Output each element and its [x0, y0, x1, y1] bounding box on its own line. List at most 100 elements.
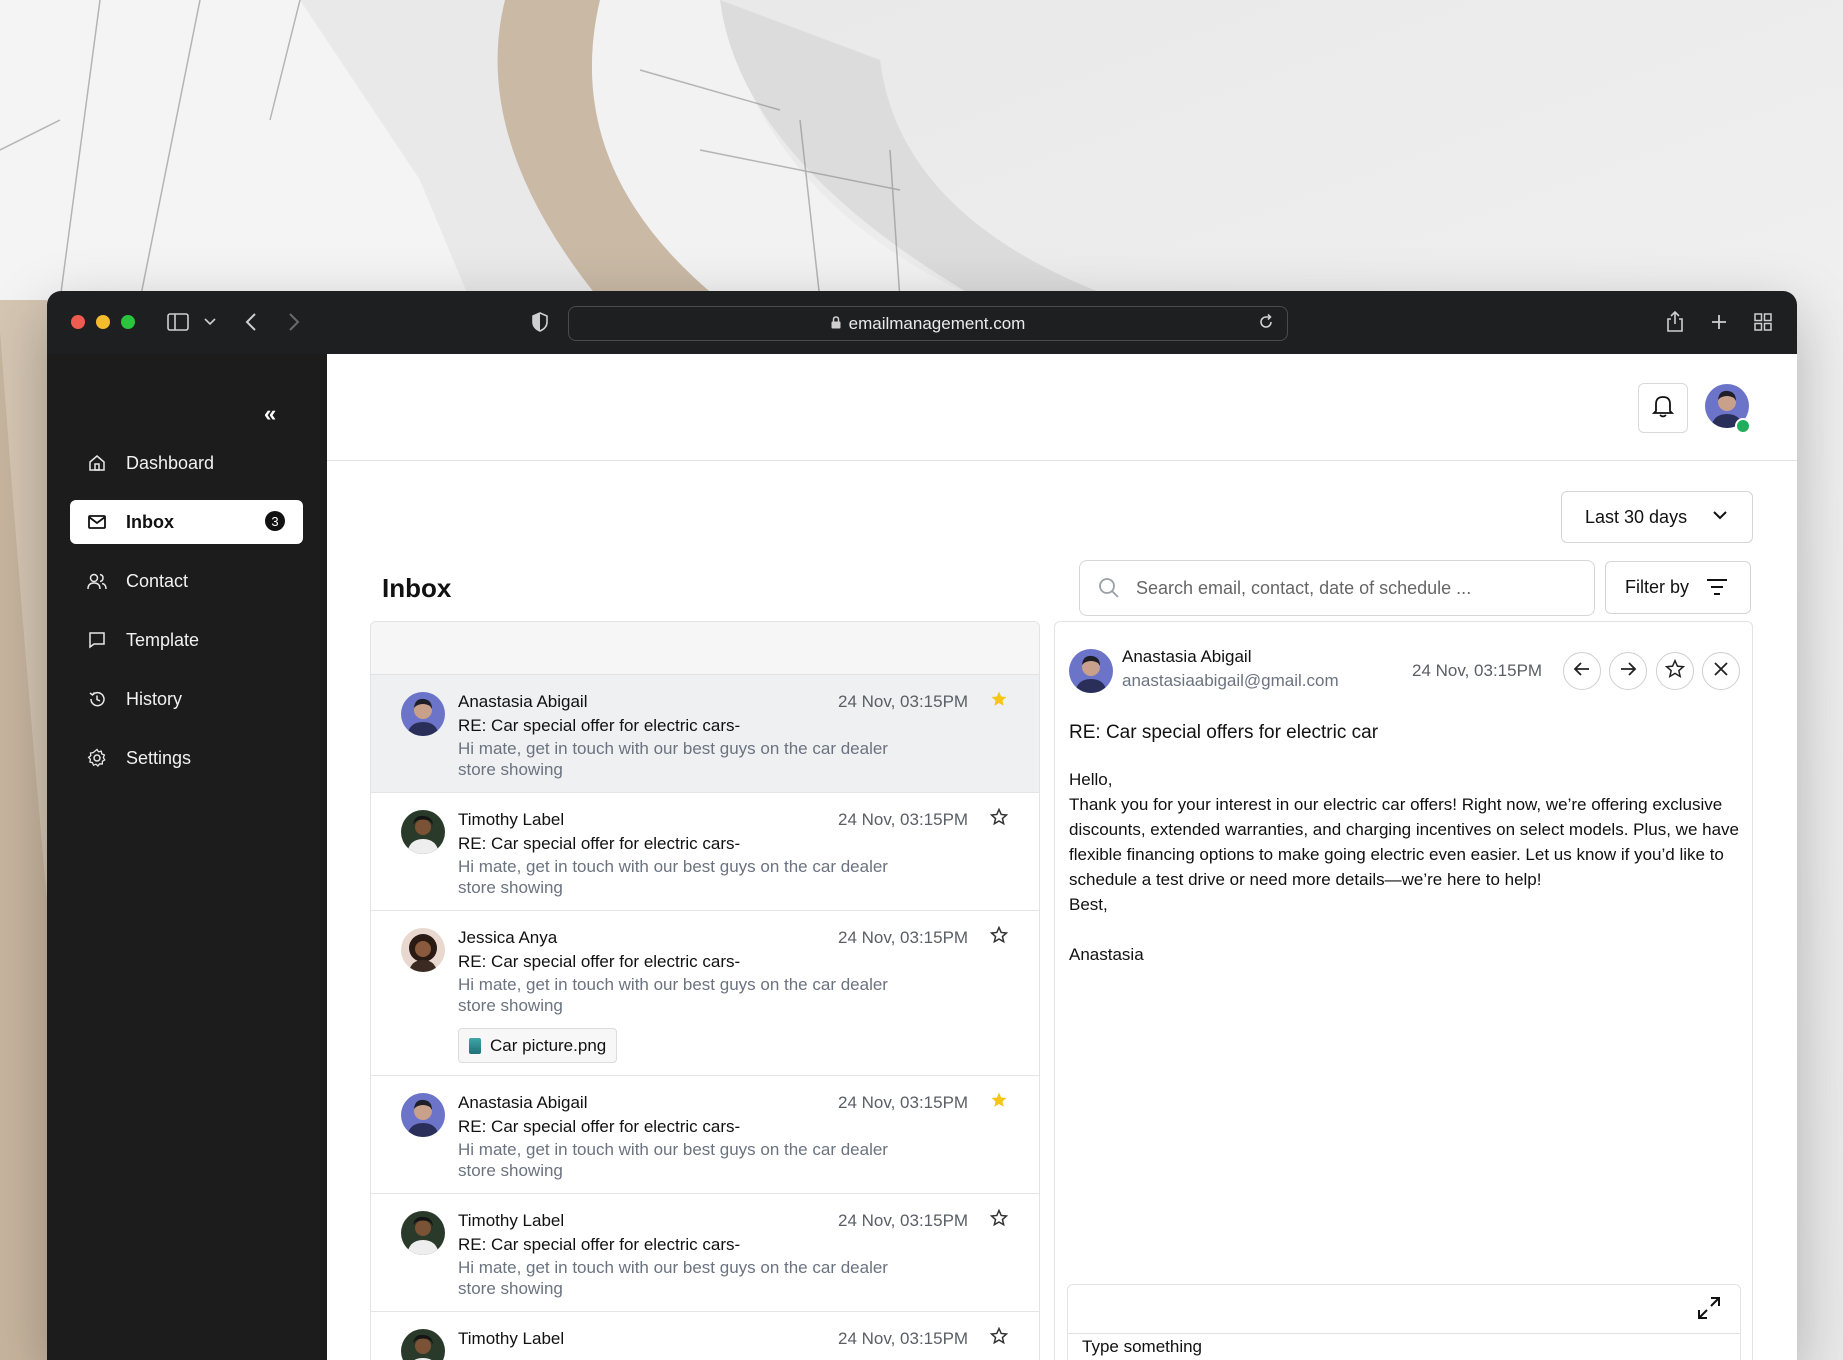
search-box[interactable]	[1079, 560, 1595, 616]
email-date: 24 Nov, 03:15PM	[838, 692, 969, 711]
address-bar[interactable]: emailmanagement.com	[568, 306, 1288, 341]
email-signature: Anastasia	[1069, 945, 1144, 964]
lock-icon	[831, 314, 841, 334]
filter-icon	[1706, 578, 1728, 601]
shield-icon[interactable]	[527, 309, 553, 335]
minimize-window-button[interactable]	[96, 315, 110, 329]
reply-composer[interactable]: Type something	[1067, 1284, 1741, 1360]
email-subject: RE: Car special offer for electric cars-	[458, 716, 741, 735]
new-tab-icon[interactable]	[1706, 309, 1732, 335]
share-icon[interactable]	[1662, 309, 1688, 335]
email-list: Anastasia Abigail 24 Nov, 03:15PM RE: Ca…	[370, 621, 1040, 1360]
sidebar-item-inbox[interactable]: Inbox 3	[70, 500, 303, 544]
date-range-label: Last 30 days	[1585, 506, 1688, 527]
reload-icon[interactable]	[1257, 313, 1275, 336]
email-date: 24 Nov, 03:15PM	[838, 928, 969, 947]
star-filled-icon[interactable]	[990, 1091, 1008, 1114]
back-icon[interactable]	[238, 309, 264, 335]
sidebar: « Dashboard Inbox 3 Contact Template His…	[47, 354, 327, 1360]
star-filled-icon[interactable]	[990, 690, 1008, 713]
email-greeting: Hello,	[1069, 770, 1113, 789]
star-outline-icon[interactable]	[989, 925, 1009, 949]
email-row[interactable]: Jessica Anya 24 Nov, 03:15PM RE: Car spe…	[371, 911, 1039, 1076]
sidebar-item-label: Template	[126, 629, 200, 650]
email-date: 24 Nov, 03:15PM	[838, 1093, 969, 1112]
email-body: Hello, Thank you for your interest in ou…	[1069, 767, 1749, 967]
star-outline-icon[interactable]	[989, 1326, 1009, 1350]
close-icon	[1714, 661, 1728, 681]
tab-overview-icon[interactable]	[1750, 309, 1776, 335]
star-outline-icon	[1664, 658, 1686, 684]
filter-label: Filter by	[1625, 577, 1690, 597]
email-preview: Hi mate, get in touch with our best guys…	[458, 975, 888, 1015]
reader-subject: RE: Car special offers for electric car	[1069, 722, 1379, 743]
close-window-button[interactable]	[71, 315, 85, 329]
sender-avatar	[1069, 649, 1113, 693]
browser-titlebar: emailmanagement.com	[47, 291, 1797, 354]
email-preview: Hi mate, get in touch with our best guys…	[458, 1140, 888, 1180]
sidebar-toggle-icon[interactable]	[165, 309, 191, 335]
chevron-down-icon[interactable]	[197, 309, 223, 335]
unread-count-badge: 3	[265, 511, 285, 531]
email-subject: RE: Car special offer for electric cars-	[458, 1235, 741, 1254]
search-input[interactable]	[1134, 576, 1558, 600]
email-row[interactable]: Anastasia Abigail 24 Nov, 03:15PM RE: Ca…	[371, 1076, 1039, 1194]
filter-button[interactable]: Filter by	[1605, 561, 1751, 614]
forward-icon[interactable]	[281, 309, 307, 335]
sidebar-item-dashboard[interactable]: Dashboard	[70, 441, 303, 485]
expand-icon[interactable]	[1696, 1295, 1722, 1326]
email-date: 24 Nov, 03:15PM	[838, 810, 969, 829]
reply-input[interactable]: Type something	[1082, 1337, 1202, 1357]
page-title: Inbox	[382, 573, 452, 603]
arrow-right-icon	[1619, 661, 1637, 682]
maximize-window-button[interactable]	[121, 315, 135, 329]
sender-avatar	[401, 810, 445, 854]
top-header	[327, 354, 1797, 461]
previous-email-button[interactable]	[1563, 652, 1601, 690]
star-outline-icon[interactable]	[989, 807, 1009, 831]
star-outline-icon[interactable]	[989, 1208, 1009, 1232]
sender-avatar	[401, 928, 445, 972]
email-subject: RE: Car special offer for electric cars-	[458, 834, 741, 853]
sidebar-item-label: Dashboard	[126, 452, 215, 473]
email-row[interactable]: Timothy Label 24 Nov, 03:15PM	[371, 1312, 1039, 1360]
email-signoff: Best,	[1069, 895, 1108, 914]
email-reader: Anastasia Abigail anastasiaabigail@gmail…	[1054, 621, 1753, 1360]
email-subject: RE: Car special offer for electric cars-	[458, 952, 741, 971]
composer-divider	[1068, 1333, 1740, 1334]
sidebar-item-label: Contact	[126, 570, 189, 591]
email-list-header	[371, 622, 1039, 675]
email-row[interactable]: Timothy Label 24 Nov, 03:15PM RE: Car sp…	[371, 793, 1039, 911]
collapse-sidebar-button[interactable]: «	[264, 401, 276, 427]
date-range-select[interactable]: Last 30 days	[1561, 491, 1753, 543]
email-paragraph: Thank you for your interest in our elect…	[1069, 795, 1739, 889]
notifications-button[interactable]	[1638, 383, 1688, 433]
sidebar-item-label: Inbox	[126, 511, 174, 532]
reader-sender-name: Anastasia Abigail	[1122, 647, 1252, 666]
sidebar-item-history[interactable]: History	[70, 677, 303, 721]
email-preview: Hi mate, get in touch with our best guys…	[458, 857, 888, 897]
attachment-chip[interactable]: Car picture.png	[458, 1028, 618, 1063]
email-preview: Hi mate, get in touch with our best guys…	[458, 1258, 888, 1298]
next-email-button[interactable]	[1609, 652, 1647, 690]
arrow-left-icon	[1573, 661, 1591, 682]
sender-avatar	[401, 692, 445, 736]
attachment-name: Car picture.png	[490, 1035, 607, 1055]
sidebar-item-template[interactable]: Template	[70, 618, 303, 662]
star-email-button[interactable]	[1656, 652, 1694, 690]
reader-sender-email: anastasiaabigail@gmail.com	[1122, 671, 1339, 690]
close-reader-button[interactable]	[1702, 652, 1740, 690]
bell-icon	[1651, 394, 1675, 423]
users-icon	[86, 570, 108, 592]
sender-avatar	[401, 1093, 445, 1137]
email-row[interactable]: Anastasia Abigail 24 Nov, 03:15PM RE: Ca…	[371, 675, 1039, 793]
email-row[interactable]: Timothy Label 24 Nov, 03:15PM RE: Car sp…	[371, 1194, 1039, 1312]
image-file-icon	[469, 1037, 481, 1054]
chat-bubble-icon	[86, 629, 108, 651]
sidebar-item-settings[interactable]: Settings	[70, 736, 303, 780]
sidebar-item-contact[interactable]: Contact	[70, 559, 303, 603]
browser-window: emailmanagement.com « Dashboard Inbox 3 …	[47, 291, 1797, 1360]
search-icon	[1098, 577, 1120, 599]
sidebar-item-label: Settings	[126, 747, 192, 768]
online-status-dot	[1735, 418, 1751, 434]
